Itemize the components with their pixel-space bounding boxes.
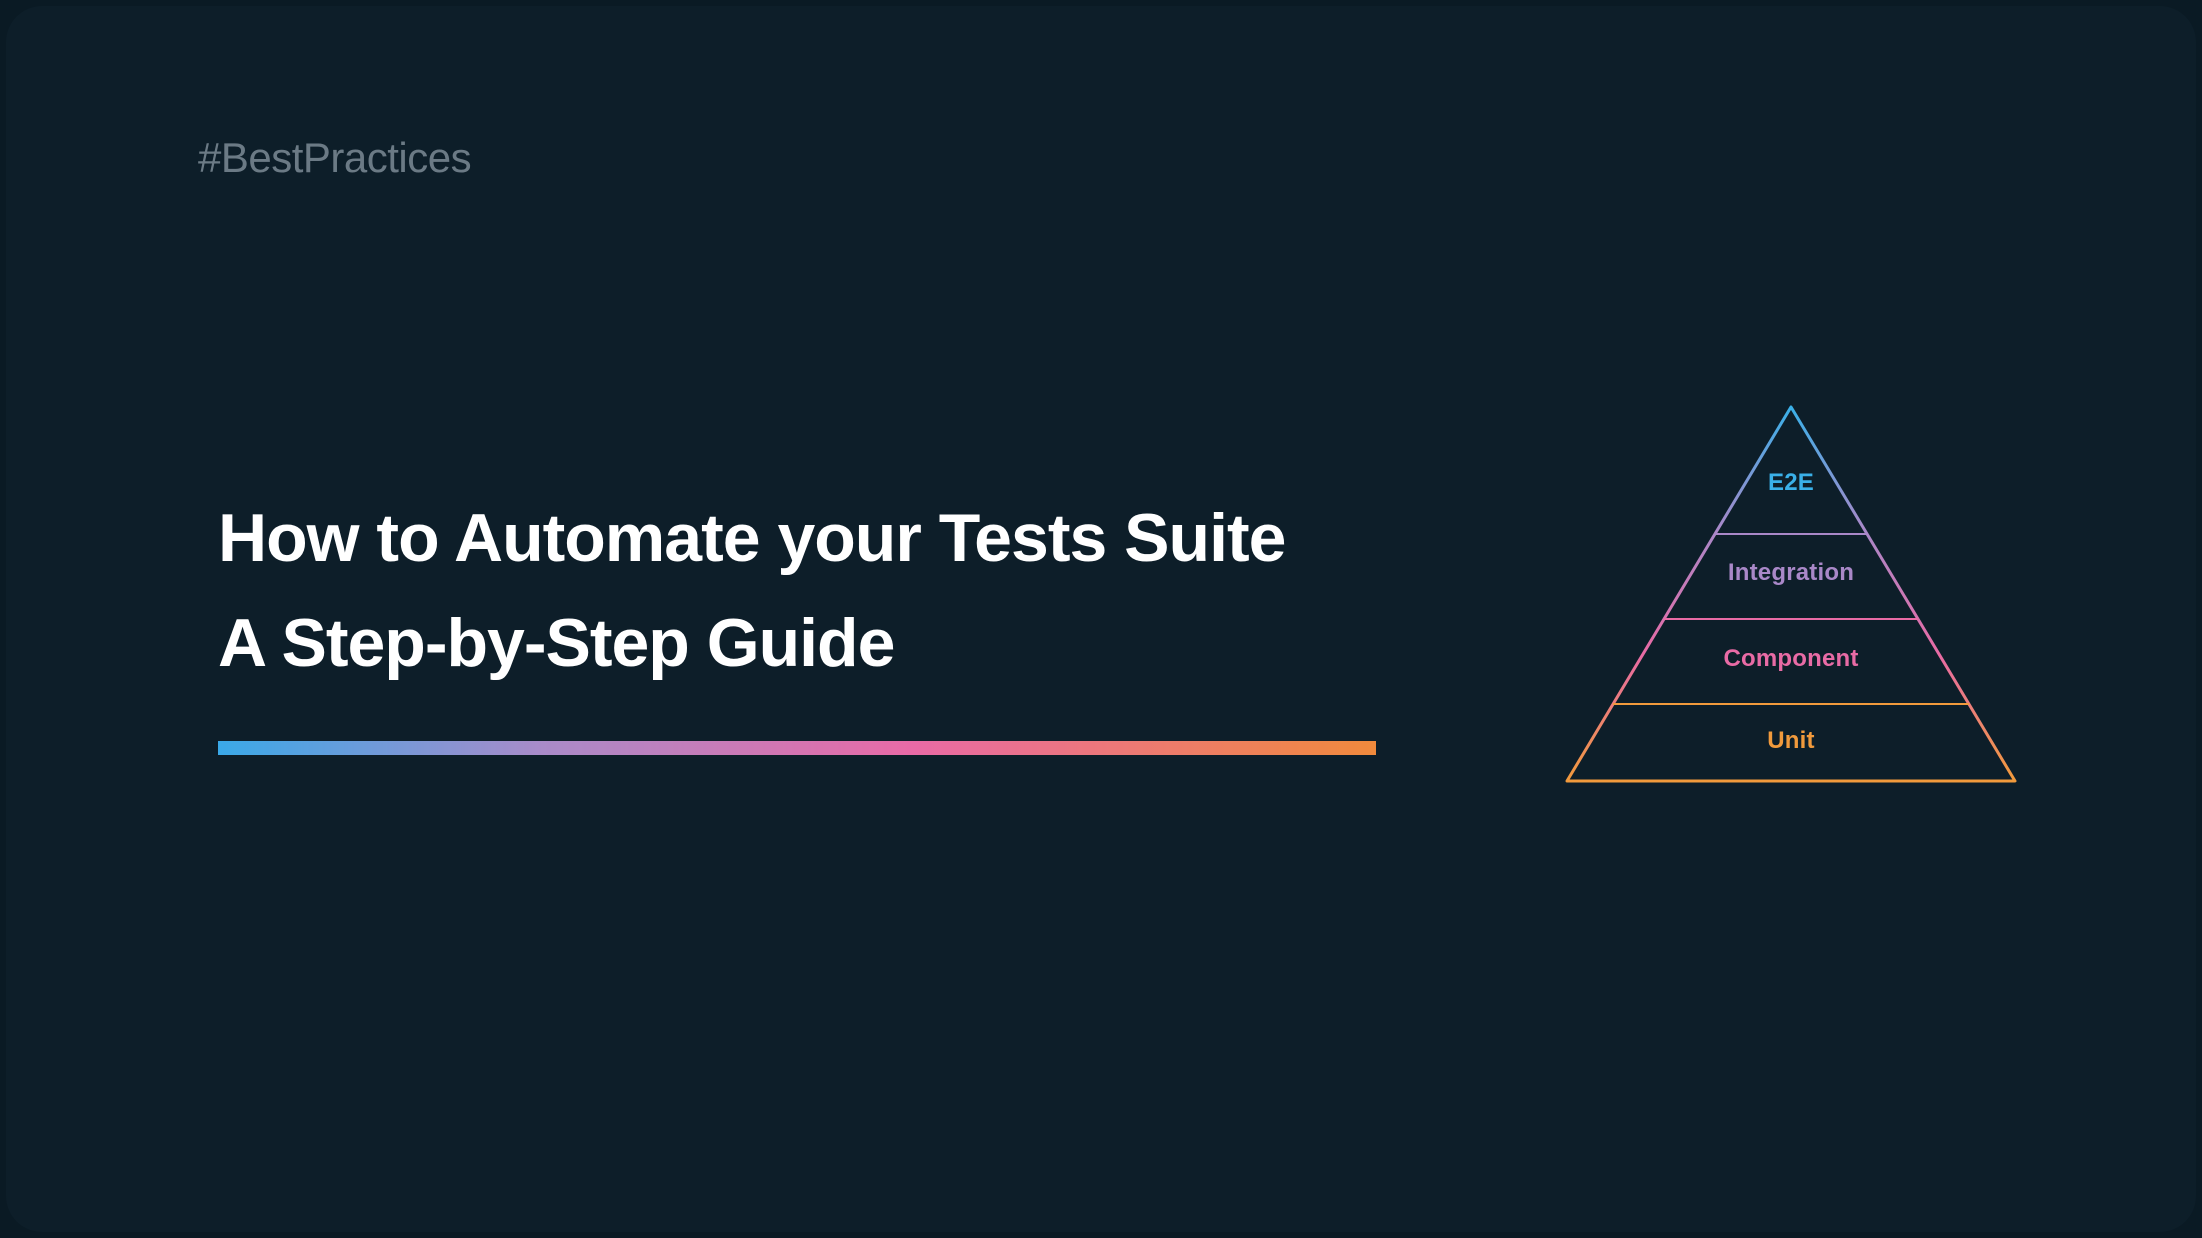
category-tag: #BestPractices <box>198 134 471 182</box>
title-line-1: How to Automate your Tests Suite <box>218 486 1398 591</box>
pyramid-label-component: Component <box>1561 645 2021 673</box>
pyramid-label-e2e: E2E <box>1561 469 2021 497</box>
testing-pyramid: E2E Integration Component Unit <box>1561 401 2021 791</box>
pyramid-label-integration: Integration <box>1561 559 2021 587</box>
pyramid-label-unit: Unit <box>1561 727 2021 755</box>
title-line-2: A Step-by-Step Guide <box>218 591 1398 696</box>
title-underline <box>218 741 1376 755</box>
title-block: How to Automate your Tests Suite A Step-… <box>218 486 1398 755</box>
slide-card: #BestPractices How to Automate your Test… <box>6 6 2196 1232</box>
